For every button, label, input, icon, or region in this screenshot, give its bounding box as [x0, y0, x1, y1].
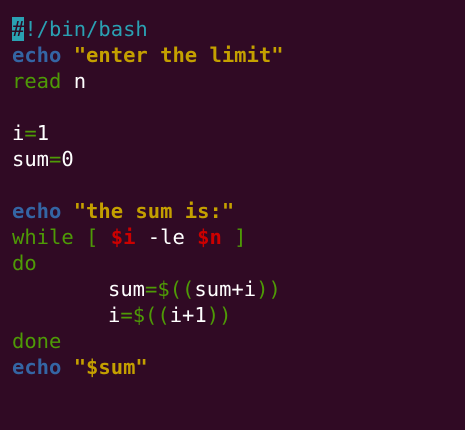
do-keyword: do: [12, 251, 37, 275]
variable-name: sum: [108, 277, 146, 301]
code-line-read: read n: [12, 68, 465, 94]
variable-name: i: [108, 303, 121, 327]
code-line-while: while [ $i -le $n ]: [12, 224, 465, 250]
variable-name: sum: [12, 147, 50, 171]
arith-expression: i+1: [169, 303, 207, 327]
code-line-echo-prompt: echo "enter the limit": [12, 42, 465, 68]
test-open-bracket: [: [73, 225, 111, 249]
arith-expression: sum+i: [194, 277, 257, 301]
string-literal: "enter the limit": [73, 43, 284, 67]
echo-command: echo: [12, 355, 62, 379]
echo-command: echo: [12, 199, 62, 223]
string-literal: "$sum": [73, 355, 148, 379]
code-line-echo-sum-label: echo "the sum is:": [12, 198, 465, 224]
code-line-do: do: [12, 250, 465, 276]
assign-operator: =: [24, 121, 37, 145]
test-close-bracket: ]: [221, 225, 247, 249]
arith-open: $((: [157, 277, 195, 301]
variable-ref: $i: [110, 225, 136, 249]
code-line-assign-i: i=1: [12, 120, 465, 146]
read-argument: n: [73, 69, 87, 93]
while-keyword: while: [12, 225, 74, 249]
assign-operator: =: [120, 303, 133, 327]
text-cursor: #: [12, 17, 25, 41]
variable-name: i: [12, 121, 25, 145]
shebang-text: !/bin/bash: [24, 17, 148, 41]
assign-operator: =: [145, 277, 158, 301]
done-keyword: done: [12, 329, 62, 353]
code-line-echo-result: echo "$sum": [12, 354, 465, 380]
string-literal: "the sum is:": [73, 199, 235, 223]
variable-ref: $n: [197, 225, 222, 249]
echo-command: echo: [12, 43, 62, 67]
code-line-done: done: [12, 328, 465, 354]
terminal-editor[interactable]: #!/bin/bash echo "enter the limit" read …: [0, 0, 465, 430]
assign-value: 0: [61, 147, 74, 171]
assign-value: 1: [36, 121, 50, 145]
arith-close: )): [256, 277, 281, 301]
test-operator: -le: [135, 225, 198, 249]
code-line-sum-update: sum=$((sum+i)): [12, 276, 465, 302]
read-command: read: [12, 69, 62, 93]
arith-open: $((: [132, 303, 170, 327]
arith-close: )): [206, 303, 232, 327]
assign-operator: =: [49, 147, 62, 171]
code-line-shebang: #!/bin/bash: [12, 16, 465, 42]
code-line-i-update: i=$((i+1)): [12, 302, 465, 328]
code-line-assign-sum: sum=0: [12, 146, 465, 172]
